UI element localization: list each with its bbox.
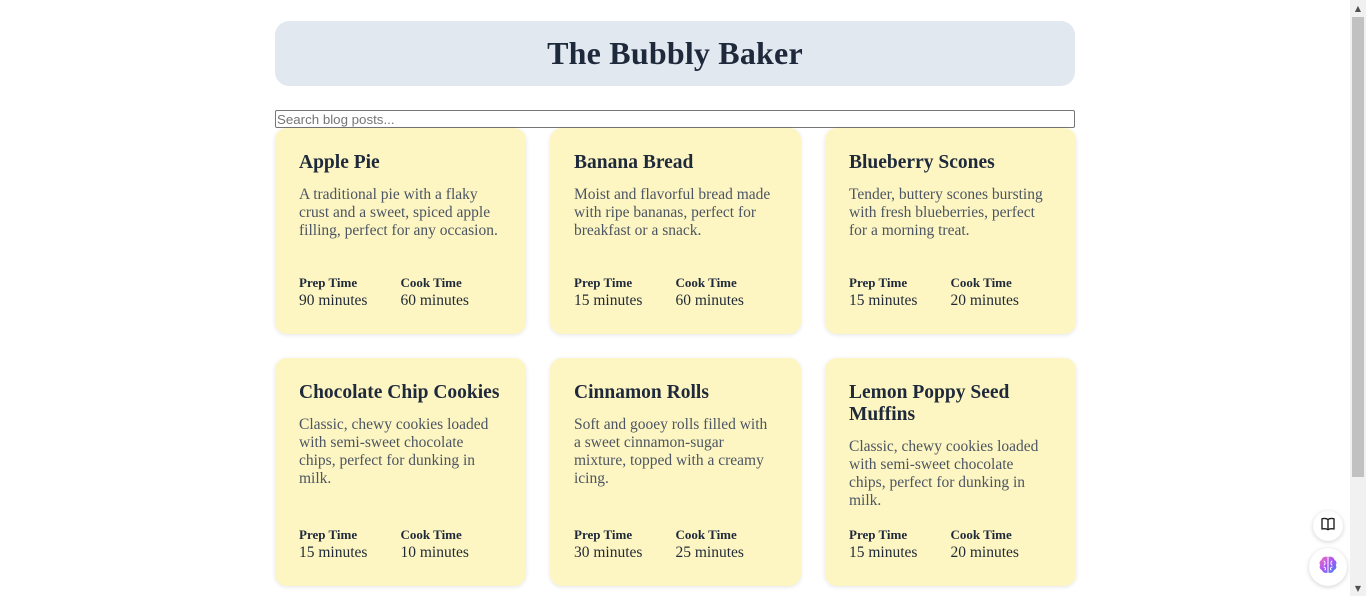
recipe-description: Moist and flavorful bread made with ripe… [574, 186, 771, 239]
cook-time: Cook Time 60 minutes [401, 275, 503, 310]
cook-time-value: 60 minutes [675, 292, 744, 309]
prep-time-label: Prep Time [299, 527, 358, 542]
recipe-title: Blueberry Scones [849, 152, 995, 173]
prep-time: Prep Time 15 minutes [299, 527, 401, 562]
cook-time-label: Cook Time [400, 275, 462, 290]
recipe-row: Apple Pie A traditional pie with a flaky… [275, 128, 1076, 334]
recipe-times: Prep Time 30 minutes Cook Time 25 minute… [574, 527, 777, 586]
prep-time-label: Prep Time [849, 527, 908, 542]
prep-time-value: 15 minutes [299, 544, 368, 561]
prep-time-value: 30 minutes [574, 544, 643, 561]
recipe-row: Chocolate Chip Cookies Classic, chewy co… [275, 358, 1076, 586]
recipe-description: A traditional pie with a flaky crust and… [299, 186, 498, 239]
prep-time-value: 15 minutes [849, 544, 918, 561]
recipe-times: Prep Time 15 minutes Cook Time 20 minute… [849, 527, 1052, 586]
brain-icon [1317, 554, 1339, 581]
recipe-card[interactable]: Banana Bread Moist and flavorful bread m… [550, 128, 801, 334]
recipe-title: Chocolate Chip Cookies [299, 382, 500, 403]
vertical-scrollbar[interactable]: ▲ ▼ [1350, 0, 1366, 596]
site-title: The Bubbly Baker [547, 35, 803, 71]
recipe-times: Prep Time 15 minutes Cook Time 60 minute… [574, 275, 777, 334]
recipe-card[interactable]: Apple Pie A traditional pie with a flaky… [275, 128, 526, 334]
cook-time-label: Cook Time [400, 527, 462, 542]
recipe-description: Tender, buttery scones bursting with fre… [849, 186, 1043, 239]
recipe-times: Prep Time 15 minutes Cook Time 10 minute… [299, 527, 502, 586]
cook-time-value: 20 minutes [950, 544, 1019, 561]
prep-time: Prep Time 15 minutes [849, 527, 951, 562]
prep-time-label: Prep Time [574, 527, 633, 542]
scroll-thumb[interactable] [1352, 17, 1364, 477]
site-header: The Bubbly Baker [275, 21, 1075, 86]
recipe-times: Prep Time 15 minutes Cook Time 20 minute… [849, 275, 1052, 334]
cook-time-value: 10 minutes [400, 544, 469, 561]
recipe-description: Classic, chewy cookies loaded with semi-… [299, 416, 489, 487]
cook-time-label: Cook Time [675, 527, 737, 542]
recipe-title: Cinnamon Rolls [574, 382, 709, 403]
prep-time-value: 15 minutes [574, 292, 643, 309]
recipe-description: Classic, chewy cookies loaded with semi-… [849, 438, 1039, 509]
prep-time-label: Prep Time [574, 275, 633, 290]
prep-time-value: 90 minutes [299, 292, 368, 309]
cook-time: Cook Time 20 minutes [951, 527, 1053, 562]
recipe-card[interactable]: Cinnamon Rolls Soft and gooey rolls fill… [550, 358, 801, 586]
cook-time-label: Cook Time [950, 527, 1012, 542]
cook-time: Cook Time 25 minutes [676, 527, 778, 562]
search-input[interactable] [275, 110, 1075, 128]
scroll-down-arrow-icon[interactable]: ▼ [1350, 580, 1366, 596]
page-container: The Bubbly Baker Apple Pie A traditional… [275, 21, 1076, 586]
recipe-times: Prep Time 90 minutes Cook Time 60 minute… [299, 275, 502, 334]
cook-time: Cook Time 60 minutes [676, 275, 778, 310]
prep-time: Prep Time 90 minutes [299, 275, 401, 310]
cook-time: Cook Time 20 minutes [951, 275, 1053, 310]
scroll-up-arrow-icon[interactable]: ▲ [1350, 0, 1366, 16]
assistant-button[interactable] [1309, 548, 1347, 586]
recipe-title: Apple Pie [299, 152, 380, 173]
prep-time: Prep Time 15 minutes [574, 275, 676, 310]
cook-time-label: Cook Time [950, 275, 1012, 290]
cook-time-value: 20 minutes [950, 292, 1019, 309]
cook-time-value: 25 minutes [675, 544, 744, 561]
book-icon [1320, 516, 1336, 537]
recipe-card[interactable]: Blueberry Scones Tender, buttery scones … [825, 128, 1076, 334]
recipe-grid: Apple Pie A traditional pie with a flaky… [275, 128, 1076, 586]
prep-time-value: 15 minutes [849, 292, 918, 309]
prep-time-label: Prep Time [849, 275, 908, 290]
cook-time-value: 60 minutes [400, 292, 469, 309]
recipe-title: Lemon Poppy Seed Muffins [849, 382, 1010, 425]
recipe-title: Banana Bread [574, 152, 694, 173]
reader-button[interactable] [1313, 511, 1343, 541]
recipe-card[interactable]: Chocolate Chip Cookies Classic, chewy co… [275, 358, 526, 586]
prep-time: Prep Time 30 minutes [574, 527, 676, 562]
cook-time-label: Cook Time [675, 275, 737, 290]
prep-time: Prep Time 15 minutes [849, 275, 951, 310]
prep-time-label: Prep Time [299, 275, 358, 290]
cook-time: Cook Time 10 minutes [401, 527, 503, 562]
recipe-description: Soft and gooey rolls filled with a sweet… [574, 416, 768, 487]
recipe-card[interactable]: Lemon Poppy Seed Muffins Classic, chewy … [825, 358, 1076, 586]
